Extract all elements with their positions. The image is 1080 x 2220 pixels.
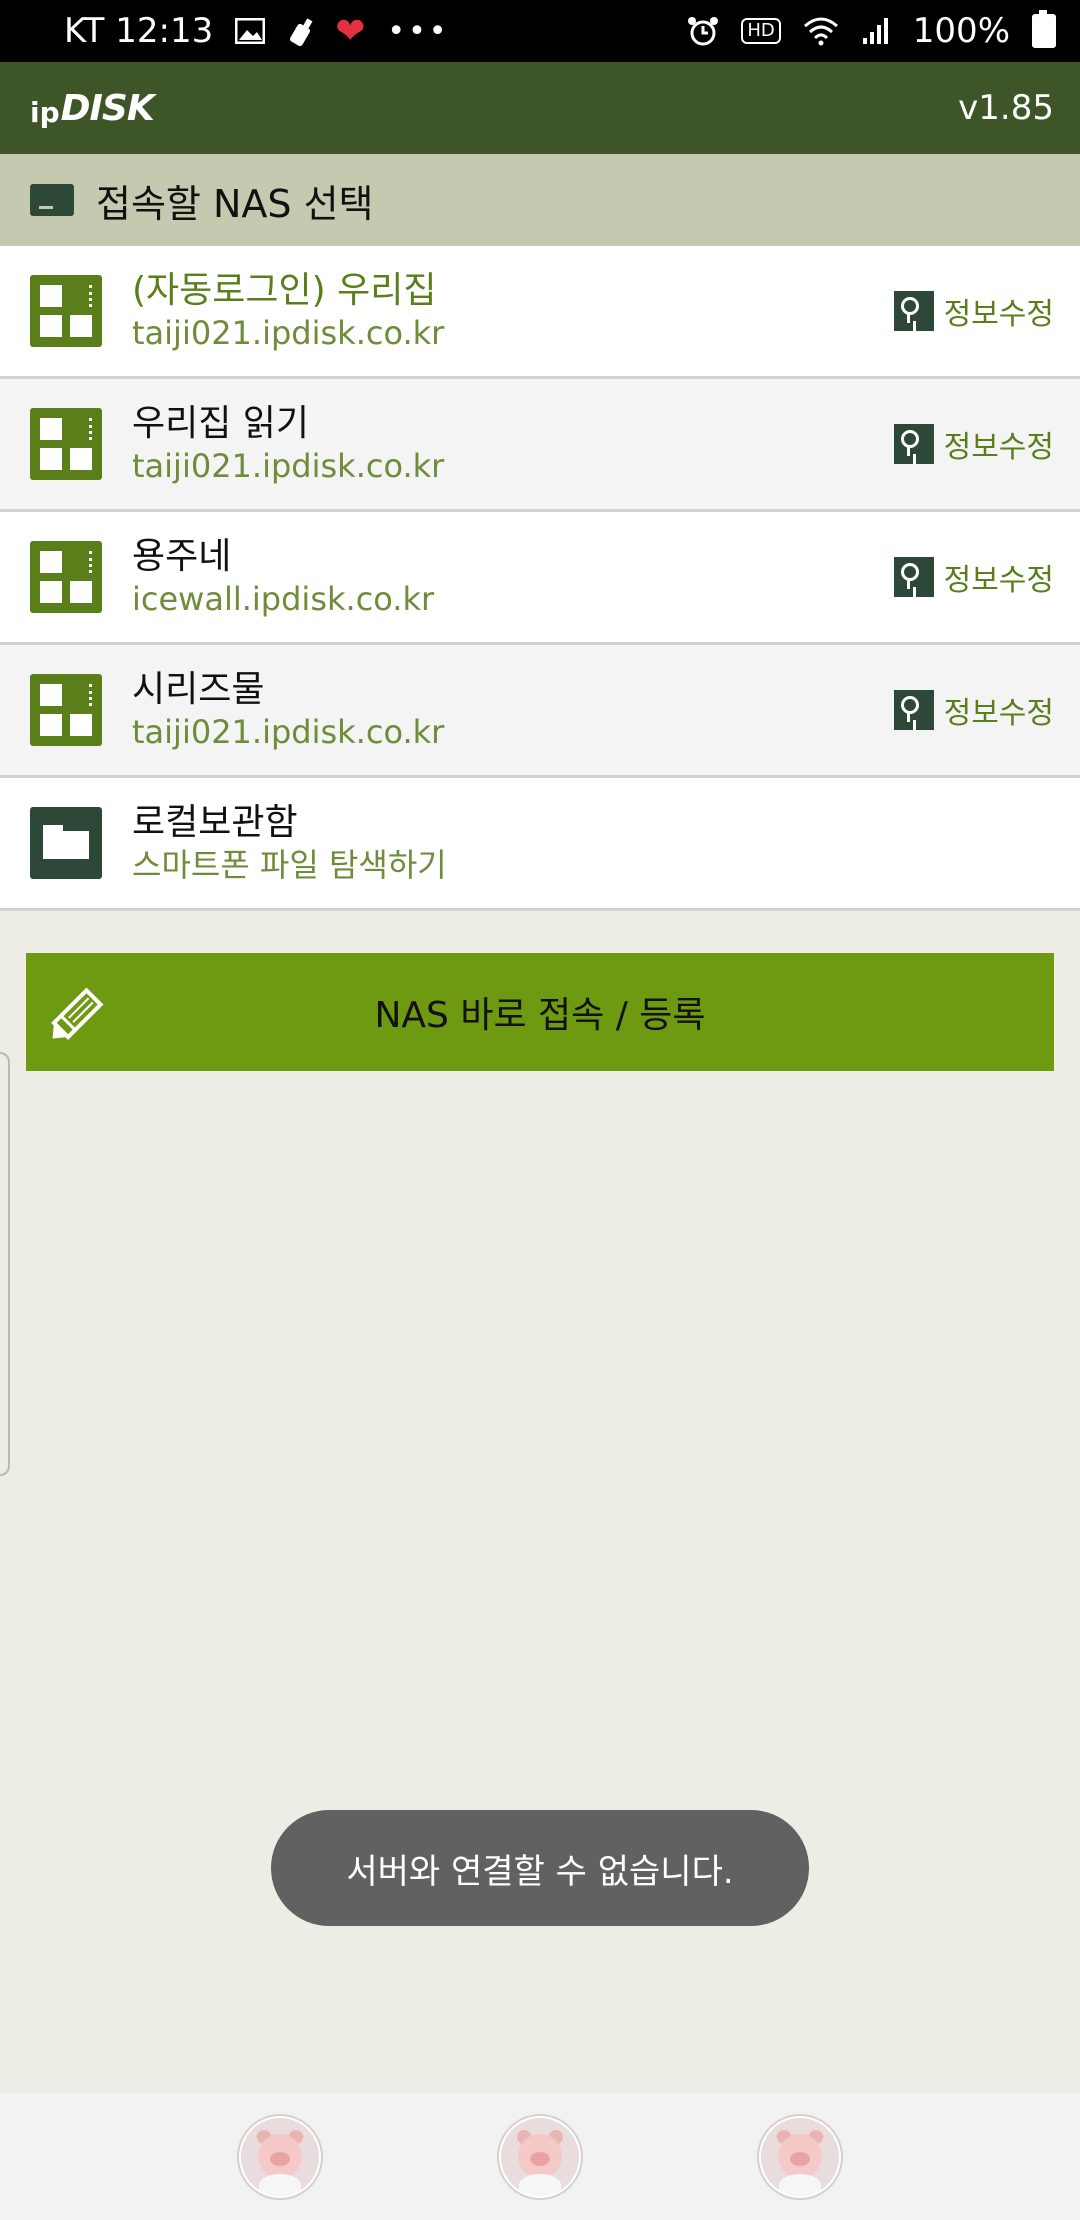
image-icon: [235, 18, 266, 44]
app-version: v1.85: [958, 88, 1054, 128]
battery-icon: [1032, 10, 1056, 48]
pig-avatar-icon[interactable]: [499, 2115, 581, 2198]
edit-info-label: 정보수정: [943, 297, 1054, 332]
key-icon: [893, 424, 934, 464]
edit-info-label: 정보수정: [943, 696, 1054, 731]
local-storage-item[interactable]: 로컬보관함 스마트폰 파일 탐색하기: [0, 778, 1080, 911]
list-item-description: 스마트폰 파일 탐색하기: [132, 846, 447, 884]
key-icon: [893, 690, 934, 730]
status-bar-left: KT 12:13 ❤ •••: [64, 11, 449, 52]
edit-info-label: 정보수정: [943, 563, 1054, 598]
pig-avatar-icon[interactable]: [239, 2115, 321, 2198]
alarm-icon: [687, 15, 719, 47]
list-item-address: taiji021.ipdisk.co.kr: [132, 447, 445, 485]
list-item-title: (자동로그인) 우리집: [132, 270, 437, 311]
edit-info-button[interactable]: 정보수정: [893, 422, 1054, 466]
nas-icon: [30, 275, 102, 347]
wifi-icon: [803, 16, 839, 46]
list-item-title: 시리즈물: [132, 669, 265, 710]
carrier-time: KT 12:13: [64, 11, 214, 51]
key-icon: [893, 557, 934, 597]
edit-info-button[interactable]: 정보수정: [893, 289, 1054, 333]
list-item[interactable]: 용주네 icewall.ipdisk.co.kr 정보수정: [0, 512, 1080, 645]
more-icon: •••: [387, 13, 450, 49]
list-item-title: 우리집 읽기: [132, 403, 310, 444]
signal-icon: [861, 16, 891, 46]
nas-connect-register-button[interactable]: NAS 바로 접속 / 등록: [26, 953, 1054, 1071]
toast-text: 서버와 연결할 수 없습니다.: [346, 1851, 734, 1892]
status-bar-right: HD 100%: [687, 10, 1056, 51]
nas-list: (자동로그인) 우리집 taiji021.ipdisk.co.kr 정보수정 우…: [0, 246, 1080, 911]
edit-info-button[interactable]: 정보수정: [893, 688, 1054, 732]
pig-avatar-icon[interactable]: [759, 2115, 841, 2198]
app-logo: ip DISK: [30, 87, 155, 129]
folder-icon: [30, 807, 102, 879]
hd-voice-icon: HD: [741, 18, 781, 44]
bottle-icon: [287, 15, 313, 47]
edit-info-button[interactable]: 정보수정: [893, 555, 1054, 599]
toast-message: 서버와 연결할 수 없습니다.: [271, 1810, 809, 1926]
nas-icon: [30, 541, 102, 613]
main-button-label: NAS 바로 접속 / 등록: [374, 995, 706, 1036]
list-item-address: taiji021.ipdisk.co.kr: [132, 314, 445, 352]
battery-percent: 100%: [912, 11, 1010, 51]
pencil-icon: [51, 987, 104, 1040]
status-bar: KT 12:13 ❤ ••• HD 100%: [0, 0, 1080, 62]
list-item-address: icewall.ipdisk.co.kr: [132, 580, 435, 618]
section-title: 접속할 NAS 선택: [96, 181, 374, 226]
heart-icon: ❤: [335, 10, 366, 52]
list-item-title: 로컬보관함: [132, 802, 298, 843]
nas-icon: [30, 674, 102, 746]
section-header: 접속할 NAS 선택: [0, 154, 1080, 246]
logo-disk-text: DISK: [60, 87, 155, 129]
side-panel-handle[interactable]: [0, 1052, 10, 1476]
logo-ip-text: ip: [30, 95, 60, 129]
edit-info-label: 정보수정: [943, 430, 1054, 465]
app-header: ip DISK v1.85: [0, 62, 1080, 154]
list-item-title: 용주네: [132, 536, 232, 577]
list-item[interactable]: (자동로그인) 우리집 taiji021.ipdisk.co.kr 정보수정: [0, 246, 1080, 379]
nas-icon: [30, 408, 102, 480]
list-item[interactable]: 우리집 읽기 taiji021.ipdisk.co.kr 정보수정: [0, 379, 1080, 512]
list-item[interactable]: 시리즈물 taiji021.ipdisk.co.kr 정보수정: [0, 645, 1080, 778]
bottom-nav: [0, 2093, 1080, 2220]
key-icon: [893, 291, 934, 331]
nas-select-icon: [30, 184, 74, 216]
list-item-address: taiji021.ipdisk.co.kr: [132, 713, 445, 751]
